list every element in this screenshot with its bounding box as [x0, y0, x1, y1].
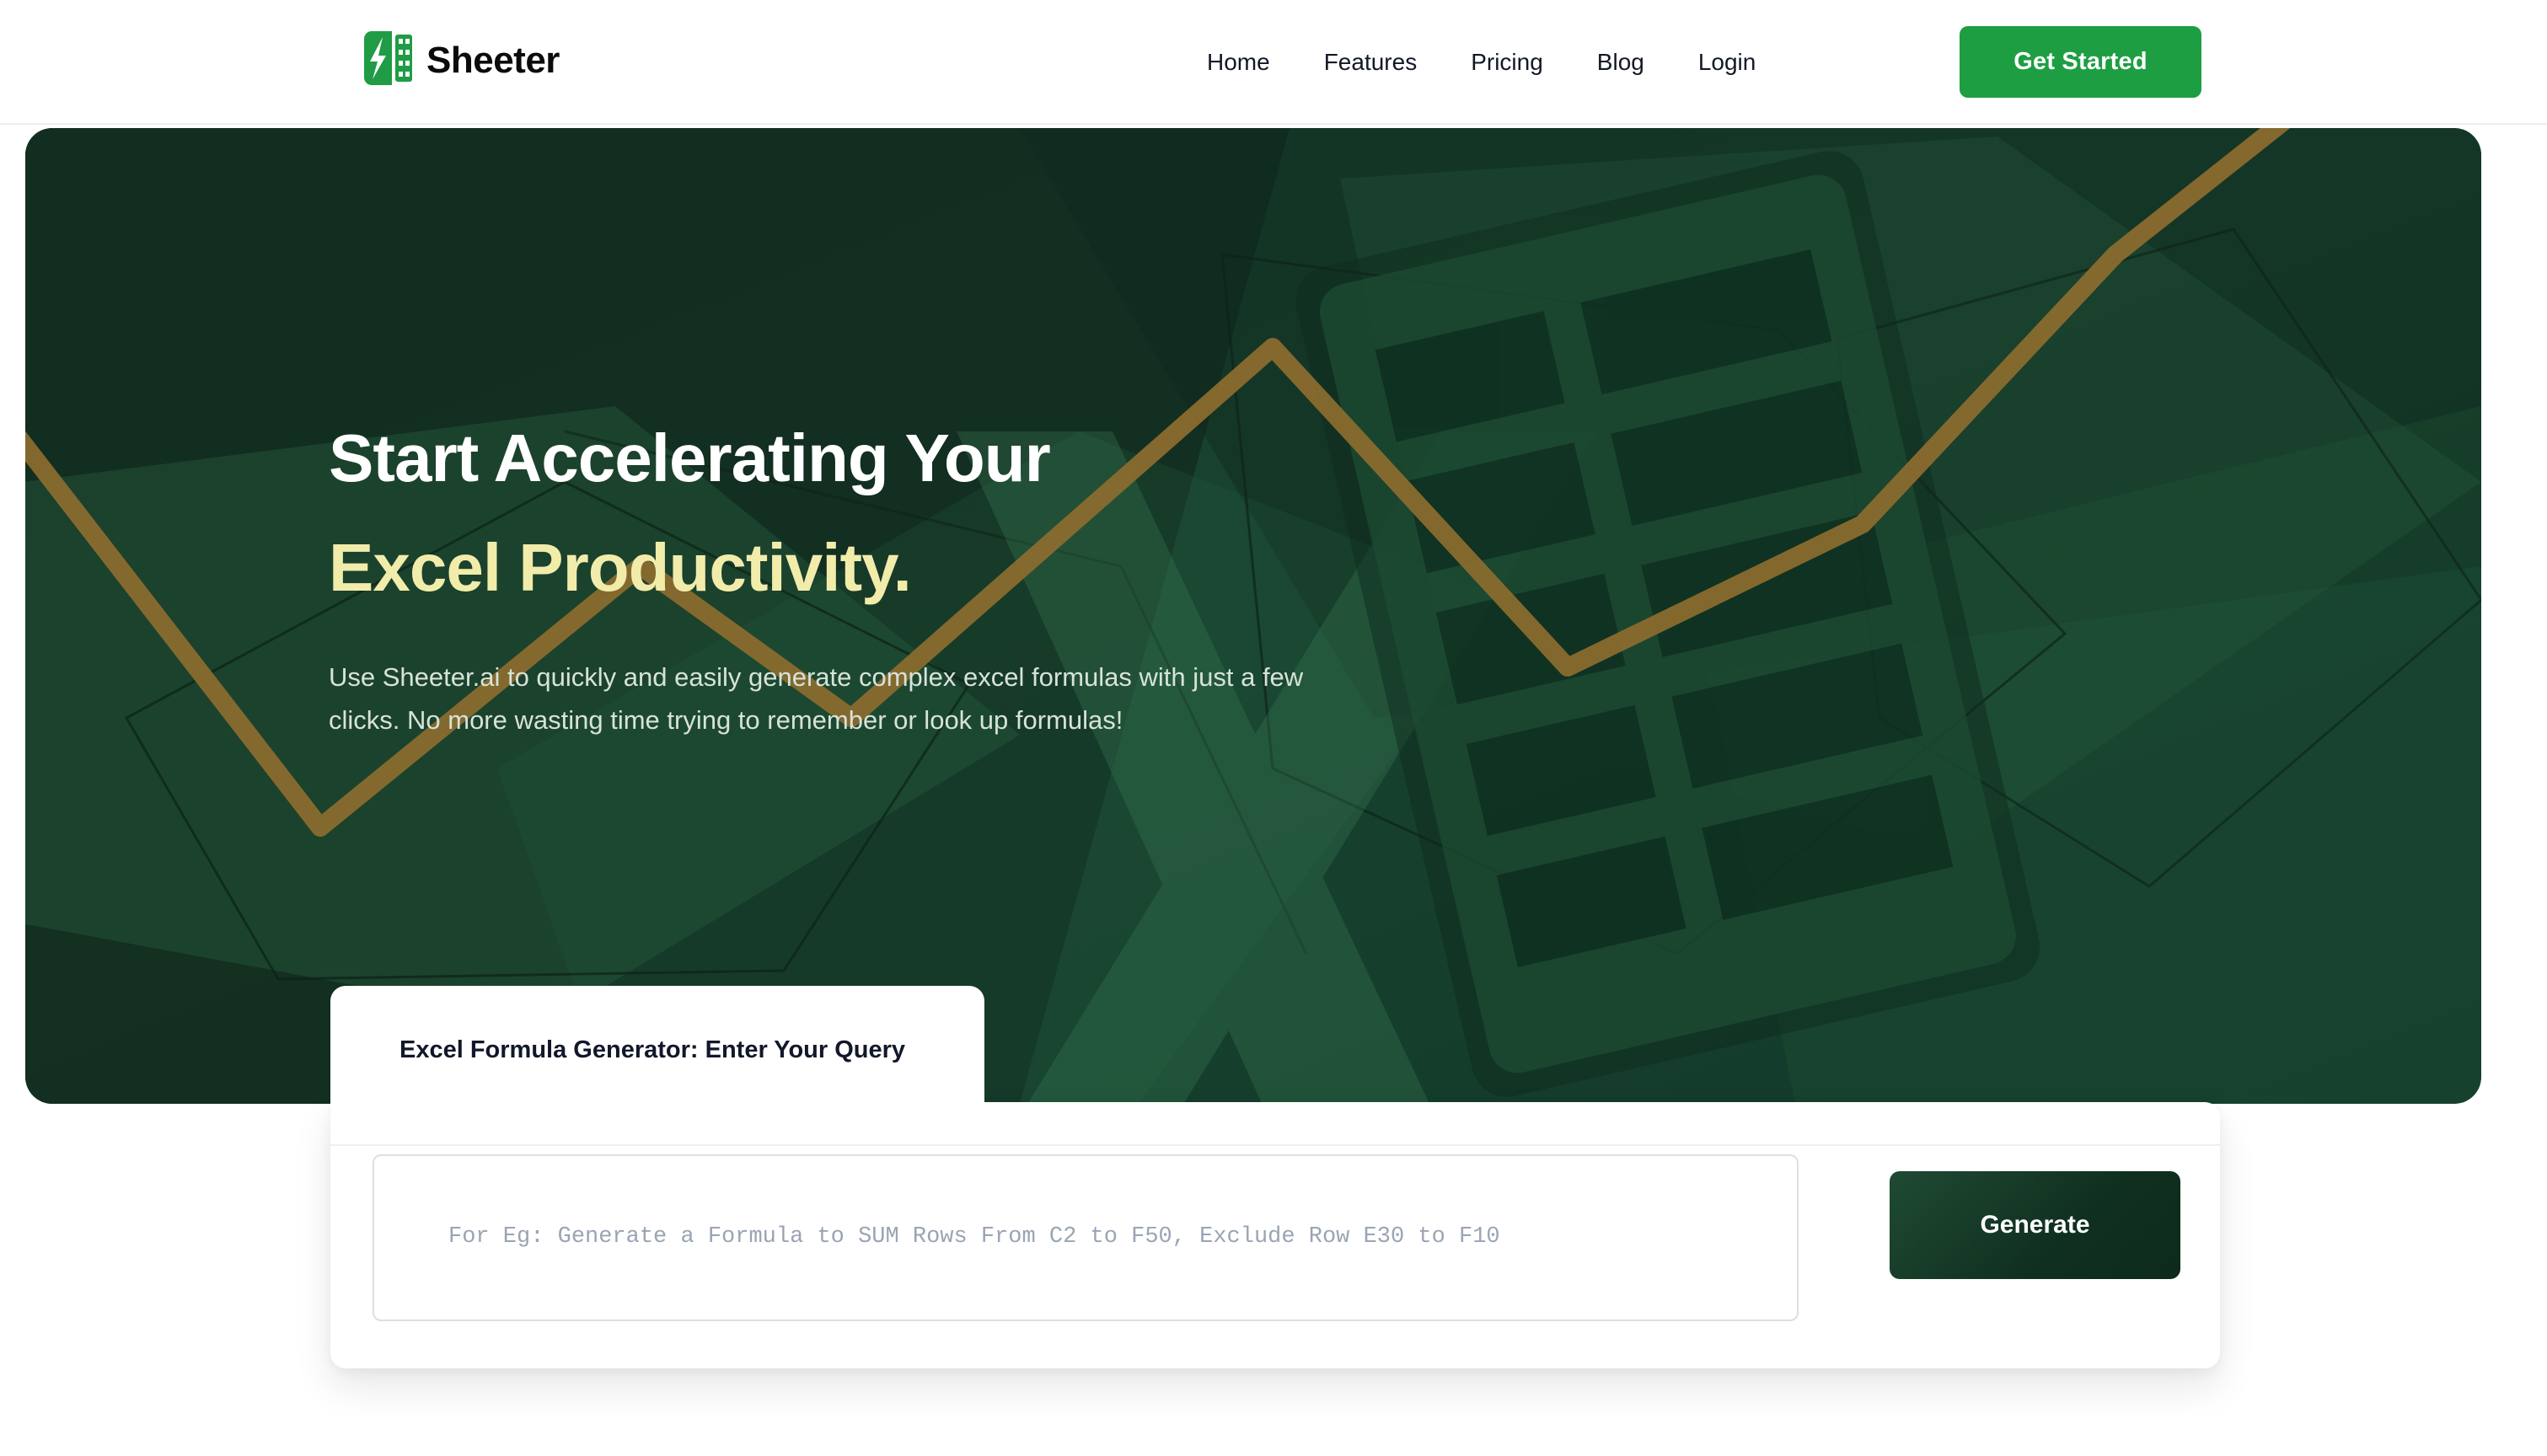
brand-wordmark: Sheeter: [426, 39, 560, 81]
hero-headline-line-2: Excel Productivity.: [329, 530, 912, 605]
sheeter-logo-icon: [361, 30, 413, 90]
hero-copy: Start Accelerating Your Excel Productivi…: [329, 415, 1382, 742]
nav-item-login[interactable]: Login: [1671, 49, 1783, 76]
hero-subtext: Use Sheeter.ai to quickly and easily gen…: [329, 662, 1304, 736]
nav-item-features[interactable]: Features: [1297, 49, 1445, 76]
hero-headline: Start Accelerating Your Excel Productivi…: [329, 415, 1382, 612]
hero-headline-line-1: Start Accelerating Your: [329, 420, 1051, 495]
nav-item-pricing[interactable]: Pricing: [1444, 49, 1570, 76]
brand-logo-link[interactable]: Sheeter: [361, 30, 560, 90]
generator-tab-label: Excel Formula Generator: Enter Your Quer…: [399, 1036, 906, 1063]
primary-nav: Home Features Pricing Blog Login: [1180, 0, 1783, 125]
generator-tab-header[interactable]: Excel Formula Generator: Enter Your Quer…: [330, 986, 984, 1114]
generate-button[interactable]: Generate: [1890, 1171, 2180, 1279]
hero-section: Start Accelerating Your Excel Productivi…: [25, 128, 2481, 1104]
nav-item-blog[interactable]: Blog: [1570, 49, 1671, 76]
formula-query-input[interactable]: [373, 1154, 1799, 1321]
generator-card: Generate: [330, 1102, 2220, 1368]
get-started-button[interactable]: Get Started: [1960, 26, 2201, 98]
nav-item-home[interactable]: Home: [1180, 49, 1297, 76]
generator-card-divider: [330, 1144, 2220, 1146]
site-header: Sheeter Home Features Pricing Blog Login…: [0, 0, 2547, 125]
